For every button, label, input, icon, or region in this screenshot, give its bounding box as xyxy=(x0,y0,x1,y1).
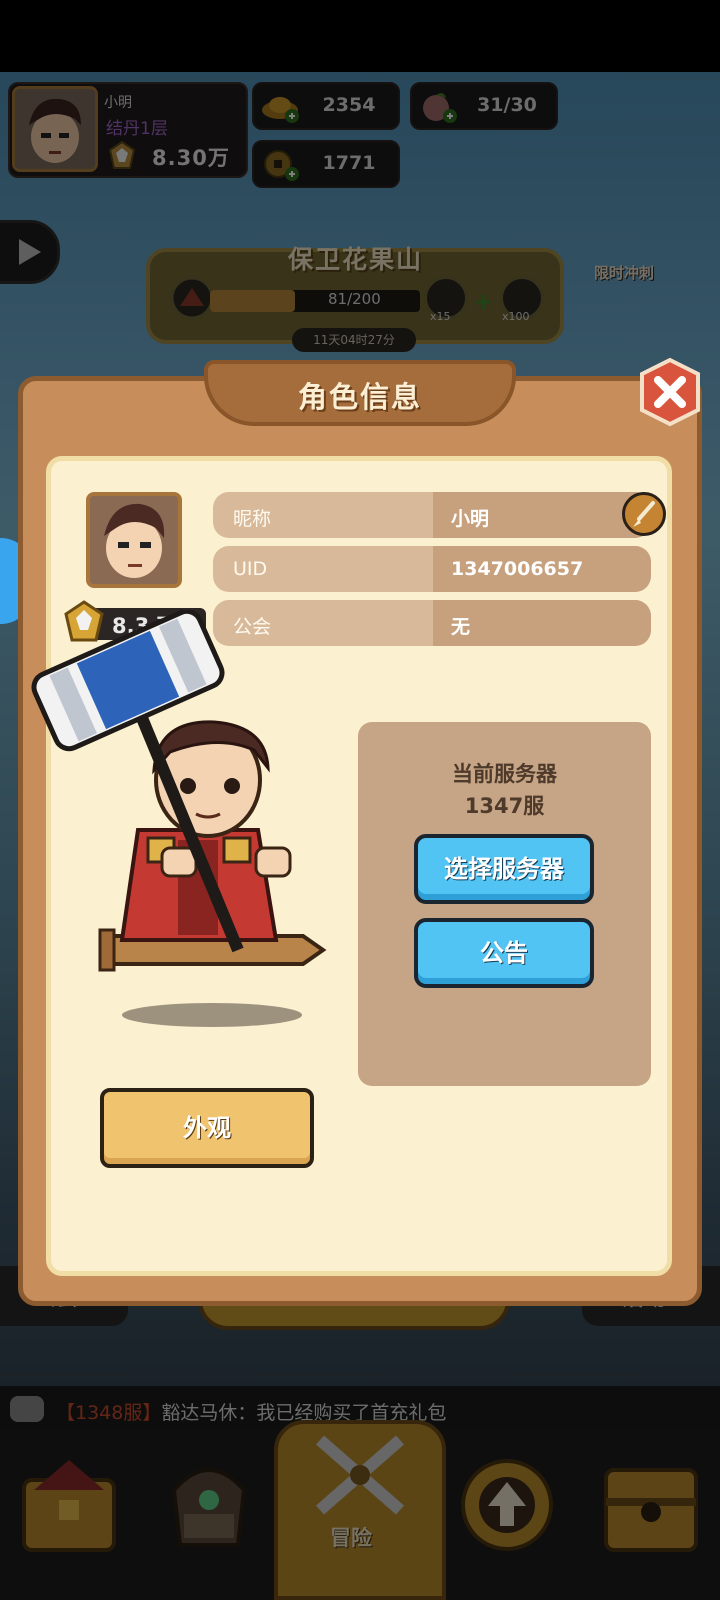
close-icon[interactable] xyxy=(634,356,706,428)
guild-value: 无 xyxy=(451,616,471,638)
appearance-button[interactable]: 外观 xyxy=(100,1088,314,1168)
hero-character xyxy=(31,610,327,972)
info-row-nickname: 昵称 小明 xyxy=(213,492,651,538)
notice-label: 公告 xyxy=(480,939,528,967)
edit-nickname-button[interactable] xyxy=(622,492,666,536)
nickname-value: 小明 xyxy=(451,508,490,530)
profile-avatar[interactable] xyxy=(86,492,182,588)
select-server-label: 选择服务器 xyxy=(444,855,564,883)
nickname-key: 昵称 xyxy=(233,508,272,530)
dialog-title: 角色信息 xyxy=(297,380,422,414)
notice-button[interactable]: 公告 xyxy=(414,918,594,988)
info-row-uid: UID 1347006657 xyxy=(213,546,651,592)
current-server-label: 当前服务器 xyxy=(452,762,557,786)
select-server-button[interactable]: 选择服务器 xyxy=(414,834,594,904)
brush-icon xyxy=(633,501,655,527)
uid-value: 1347006657 xyxy=(451,558,584,580)
appearance-label: 外观 xyxy=(183,1114,231,1142)
uid-key: UID xyxy=(233,558,268,580)
current-server-name: 1347服 xyxy=(464,794,545,818)
